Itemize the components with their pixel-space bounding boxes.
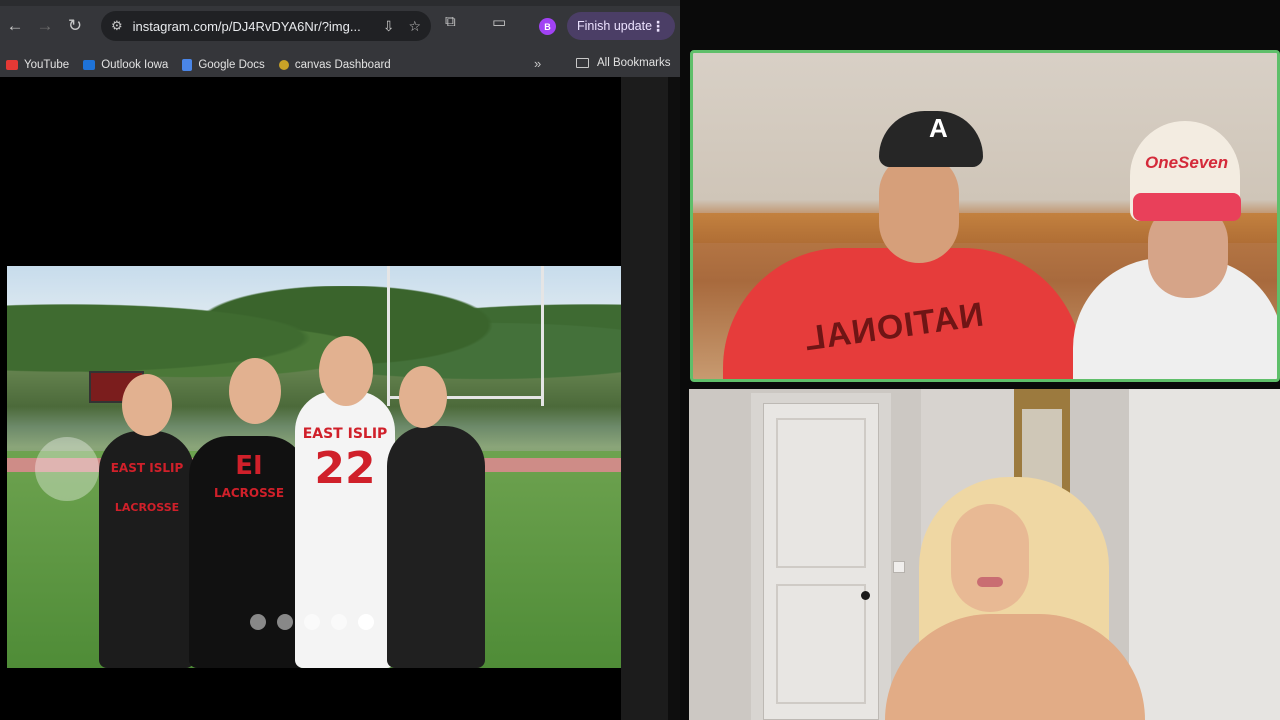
- door-panel: [776, 584, 866, 704]
- carousel-indicators: [250, 614, 374, 630]
- bookmarks-bar: YouTube Outlook Iowa Google Docs canvas …: [0, 52, 680, 77]
- all-bookmarks-label: All Bookmarks: [597, 57, 671, 69]
- jersey-number: 22: [314, 443, 376, 494]
- cap-logo: A: [929, 113, 948, 143]
- carousel-dot[interactable]: [277, 614, 293, 630]
- outlook-icon: [83, 59, 96, 70]
- shirt-text: EAST ISLIP: [110, 461, 184, 475]
- finish-update-label: Finish update: [577, 19, 653, 33]
- site-info-icon[interactable]: ⚙: [111, 18, 123, 34]
- youtube-icon: [6, 59, 18, 70]
- lips: [977, 577, 1003, 587]
- carousel-dot[interactable]: [331, 614, 347, 630]
- video-tile-participant[interactable]: [689, 389, 1280, 720]
- browser-window: ← → ↻ ⚙ instagram.com/p/DJ4RvDYA6Nr/?img…: [0, 0, 680, 720]
- finish-update-button[interactable]: Finish update ⋮: [567, 12, 675, 40]
- folder-icon: [576, 58, 589, 68]
- carousel-dot-active[interactable]: [358, 614, 374, 630]
- goalpost: [541, 266, 544, 406]
- all-bookmarks-button[interactable]: All Bookmarks: [576, 57, 671, 69]
- scrollbar[interactable]: [668, 77, 680, 720]
- browser-toolbar: ← → ↻ ⚙ instagram.com/p/DJ4RvDYA6Nr/?img…: [0, 0, 680, 52]
- url-text[interactable]: instagram.com/p/DJ4RvDYA6Nr/?img...: [133, 19, 363, 34]
- face: [951, 504, 1029, 612]
- reload-button[interactable]: ↻: [60, 11, 90, 41]
- cap-script: OneSeven: [1145, 153, 1229, 172]
- face: [319, 336, 373, 406]
- door-panel: [776, 418, 866, 568]
- carousel-dot[interactable]: [250, 614, 266, 630]
- cast-icon[interactable]: ▭: [492, 13, 506, 31]
- bookmarks-overflow-icon[interactable]: »: [534, 56, 541, 71]
- bookmark-label: canvas Dashboard: [294, 58, 391, 71]
- person-father: EI LACROSSE: [189, 436, 307, 668]
- door-knob: [861, 591, 870, 600]
- face: [399, 366, 447, 428]
- back-button[interactable]: ←: [0, 11, 30, 41]
- bookmark-youtube[interactable]: YouTube: [6, 59, 69, 71]
- bookmark-canvas[interactable]: canvas Dashboard: [278, 58, 391, 71]
- bookmark-star-icon[interactable]: ☆: [408, 18, 421, 35]
- shirt-text: EI: [235, 451, 263, 481]
- screen: ← → ↻ ⚙ instagram.com/p/DJ4RvDYA6Nr/?img…: [0, 0, 1280, 720]
- page-side-panel: [621, 77, 668, 720]
- post-photo[interactable]: EAST ISLIP LACROSSE EI LACROSSE EAST ISL…: [7, 266, 621, 668]
- bookmark-label: Outlook Iowa: [101, 58, 169, 71]
- face: [122, 374, 172, 436]
- bookmark-label: YouTube: [24, 58, 70, 71]
- face: [229, 358, 281, 424]
- carousel-dot[interactable]: [304, 614, 320, 630]
- tab-strip: [0, 0, 680, 6]
- install-icon[interactable]: ⇩: [383, 18, 395, 35]
- carousel-prev-button[interactable]: [35, 437, 99, 501]
- shirt-subtext: LACROSSE: [114, 501, 180, 514]
- forward-button[interactable]: →: [30, 11, 60, 41]
- address-bar[interactable]: ⚙ instagram.com/p/DJ4RvDYA6Nr/?img... ⇩ …: [101, 11, 431, 41]
- wall: [1129, 389, 1280, 720]
- light-switch: [893, 561, 905, 573]
- extensions-icon[interactable]: ⧉: [445, 13, 456, 30]
- canvas-icon: [278, 59, 289, 70]
- bookmark-label: Google Docs: [198, 58, 265, 71]
- more-menu-icon[interactable]: ⋮: [651, 18, 665, 35]
- docs-icon: [182, 58, 193, 71]
- face: [879, 153, 959, 263]
- bookmark-google-docs[interactable]: Google Docs: [182, 58, 265, 71]
- profile-avatar[interactable]: B: [539, 18, 556, 35]
- person-girl-left: EAST ISLIP LACROSSE: [99, 431, 194, 668]
- door: [763, 403, 879, 720]
- video-tile-active-speaker[interactable]: NATIONAL A OneSeven: [690, 50, 1280, 382]
- cap-brim: [1133, 193, 1241, 221]
- jersey-team-text: EAST ISLIP: [302, 426, 388, 442]
- bookmark-outlook[interactable]: Outlook Iowa: [83, 59, 168, 71]
- shirt-subtext: LACROSSE: [213, 486, 285, 500]
- goalpost: [387, 266, 390, 406]
- person-mother: [387, 426, 485, 668]
